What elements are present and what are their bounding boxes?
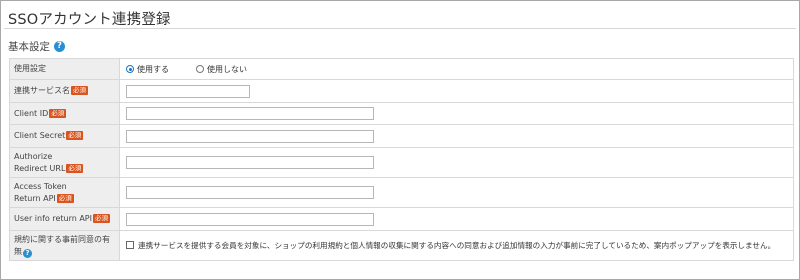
sso-account-registration-panel: SSOアカウント連携登録 基本設定 ? 使用設定 使用する 使用しない 連携サー… — [0, 0, 800, 280]
page-title: SSOアカウント連携登録 — [8, 12, 171, 28]
required-badge: 必須 — [56, 193, 74, 203]
user-info-label-text: User info return API — [14, 214, 92, 223]
title-divider — [4, 28, 796, 29]
radio-use-indicator[interactable] — [126, 65, 134, 73]
client-id-label: Client ID 必須 — [9, 102, 120, 125]
client-id-input[interactable] — [126, 107, 374, 120]
section-header: 基本設定 ? — [8, 39, 65, 54]
terms-consent-checkbox[interactable] — [126, 241, 134, 249]
radio-use[interactable]: 使用する — [126, 64, 169, 75]
access-token-return-api-input[interactable] — [126, 186, 374, 199]
help-icon[interactable]: ? — [23, 248, 32, 258]
service-name-label-text: 連携サービス名 — [14, 86, 70, 95]
required-badge: 必須 — [92, 214, 110, 223]
row-client-id: Client ID 必須 — [9, 102, 794, 125]
required-badge: 必須 — [66, 163, 84, 173]
access-token-label-line1: Access Token — [14, 181, 67, 191]
usage-setting-label: 使用設定 — [9, 58, 120, 80]
radio-use-label: 使用する — [137, 64, 169, 74]
access-token-return-api-label: Access Token Return API 必須 — [9, 177, 120, 208]
radio-not-use-label: 使用しない — [207, 64, 247, 74]
service-name-label: 連携サービス名 必須 — [9, 79, 120, 103]
terms-consent-text: 連携サービスを提供する会員を対象に、ショップの利用規約と個人情報の収集に関する内… — [138, 241, 776, 250]
row-usage-setting: 使用設定 使用する 使用しない — [9, 58, 794, 80]
section-title: 基本設定 — [8, 41, 50, 53]
user-info-return-api-input[interactable] — [126, 212, 374, 226]
terms-consent-label: 規約に関する事前同意の有 無? — [9, 230, 120, 261]
radio-not-use[interactable]: 使用しない — [196, 64, 247, 75]
row-authorize-redirect-url: Authorize Redirect URL 必須 — [9, 147, 794, 178]
user-info-return-api-label: User info return API 必須 — [9, 207, 120, 231]
required-badge: 必須 — [49, 108, 67, 118]
required-badge: 必須 — [66, 131, 84, 140]
row-access-token-return-api: Access Token Return API 必須 — [9, 177, 794, 208]
settings-form: 使用設定 使用する 使用しない 連携サービス名 必須 Client ID 必須 … — [9, 58, 794, 261]
terms-label-line2: 無 — [14, 246, 22, 256]
authorize-redirect-url-input[interactable] — [126, 156, 374, 169]
row-user-info-return-api: User info return API 必須 — [9, 207, 794, 231]
client-secret-label-text: Client Secret — [14, 131, 66, 140]
row-terms-consent: 規約に関する事前同意の有 無? 連携サービスを提供する会員を対象に、ショップの利… — [9, 230, 794, 261]
client-secret-label: Client Secret 必須 — [9, 124, 120, 148]
radio-not-use-indicator[interactable] — [196, 65, 204, 73]
authorize-label-line2: Redirect URL — [14, 163, 66, 173]
usage-radio-group: 使用する 使用しない — [126, 64, 793, 75]
authorize-redirect-url-label: Authorize Redirect URL 必須 — [9, 147, 120, 178]
authorize-label-line1: Authorize — [14, 151, 53, 161]
terms-label-line1: 規約に関する事前同意の有 — [14, 234, 110, 244]
row-client-secret: Client Secret 必須 — [9, 124, 794, 148]
required-badge: 必須 — [71, 86, 88, 95]
client-id-label-text: Client ID — [14, 108, 49, 118]
client-secret-input[interactable] — [126, 129, 374, 143]
terms-consent-option[interactable]: 連携サービスを提供する会員を対象に、ショップの利用規約と個人情報の収集に関する内… — [126, 241, 775, 250]
access-token-label-line2: Return API — [14, 193, 56, 203]
row-service-name: 連携サービス名 必須 — [9, 79, 794, 103]
help-icon[interactable]: ? — [54, 41, 65, 52]
service-name-input[interactable] — [126, 84, 250, 98]
